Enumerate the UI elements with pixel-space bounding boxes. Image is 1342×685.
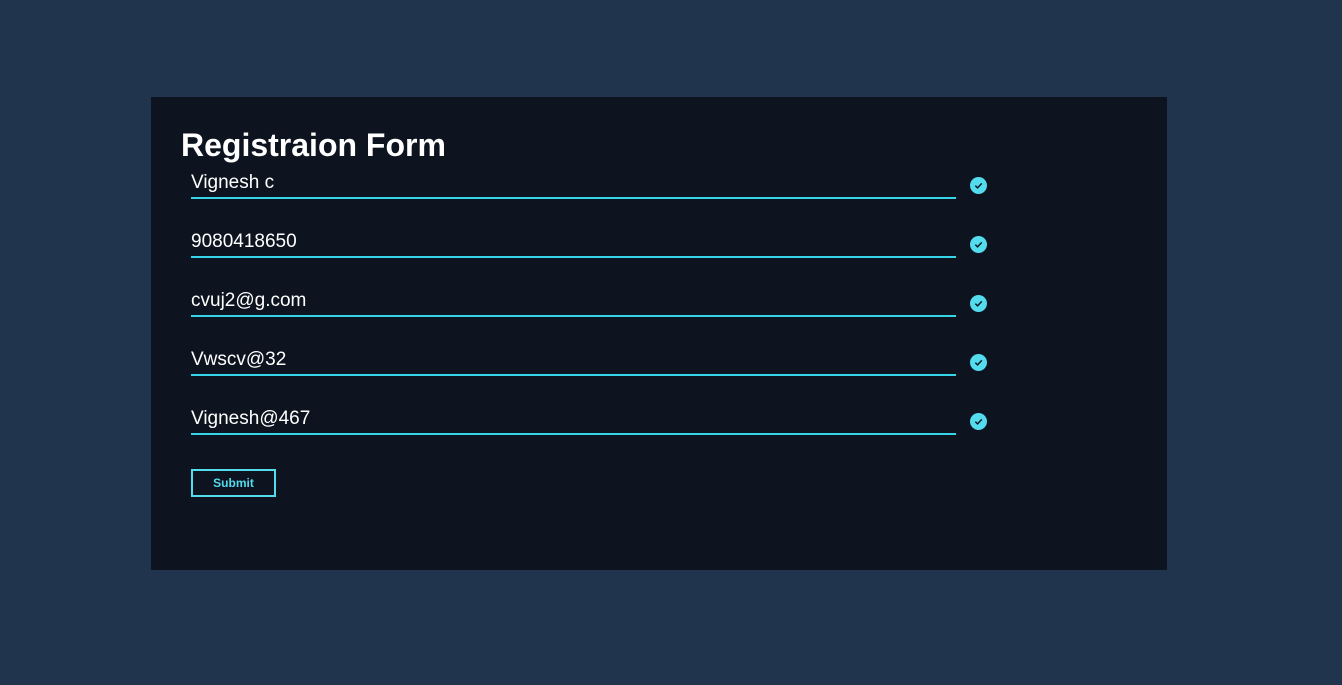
check-circle-icon bbox=[970, 236, 987, 253]
name-input[interactable] bbox=[191, 171, 956, 195]
password-input[interactable] bbox=[191, 348, 956, 372]
check-circle-icon bbox=[970, 413, 987, 430]
confirm-password-input[interactable] bbox=[191, 407, 956, 431]
registration-card: Registraion Form Submit bbox=[151, 97, 1167, 570]
check-circle-icon bbox=[970, 354, 987, 371]
name-field[interactable] bbox=[191, 171, 956, 199]
submit-button[interactable]: Submit bbox=[191, 469, 276, 497]
phone-field[interactable] bbox=[191, 230, 956, 258]
email-field[interactable] bbox=[191, 289, 956, 317]
phone-input[interactable] bbox=[191, 230, 956, 254]
check-circle-icon bbox=[970, 177, 987, 194]
check-circle-icon bbox=[970, 295, 987, 312]
email-input[interactable] bbox=[191, 289, 956, 313]
form-title: Registraion Form bbox=[181, 127, 446, 163]
confirm-password-field[interactable] bbox=[191, 407, 956, 435]
password-field[interactable] bbox=[191, 348, 956, 376]
